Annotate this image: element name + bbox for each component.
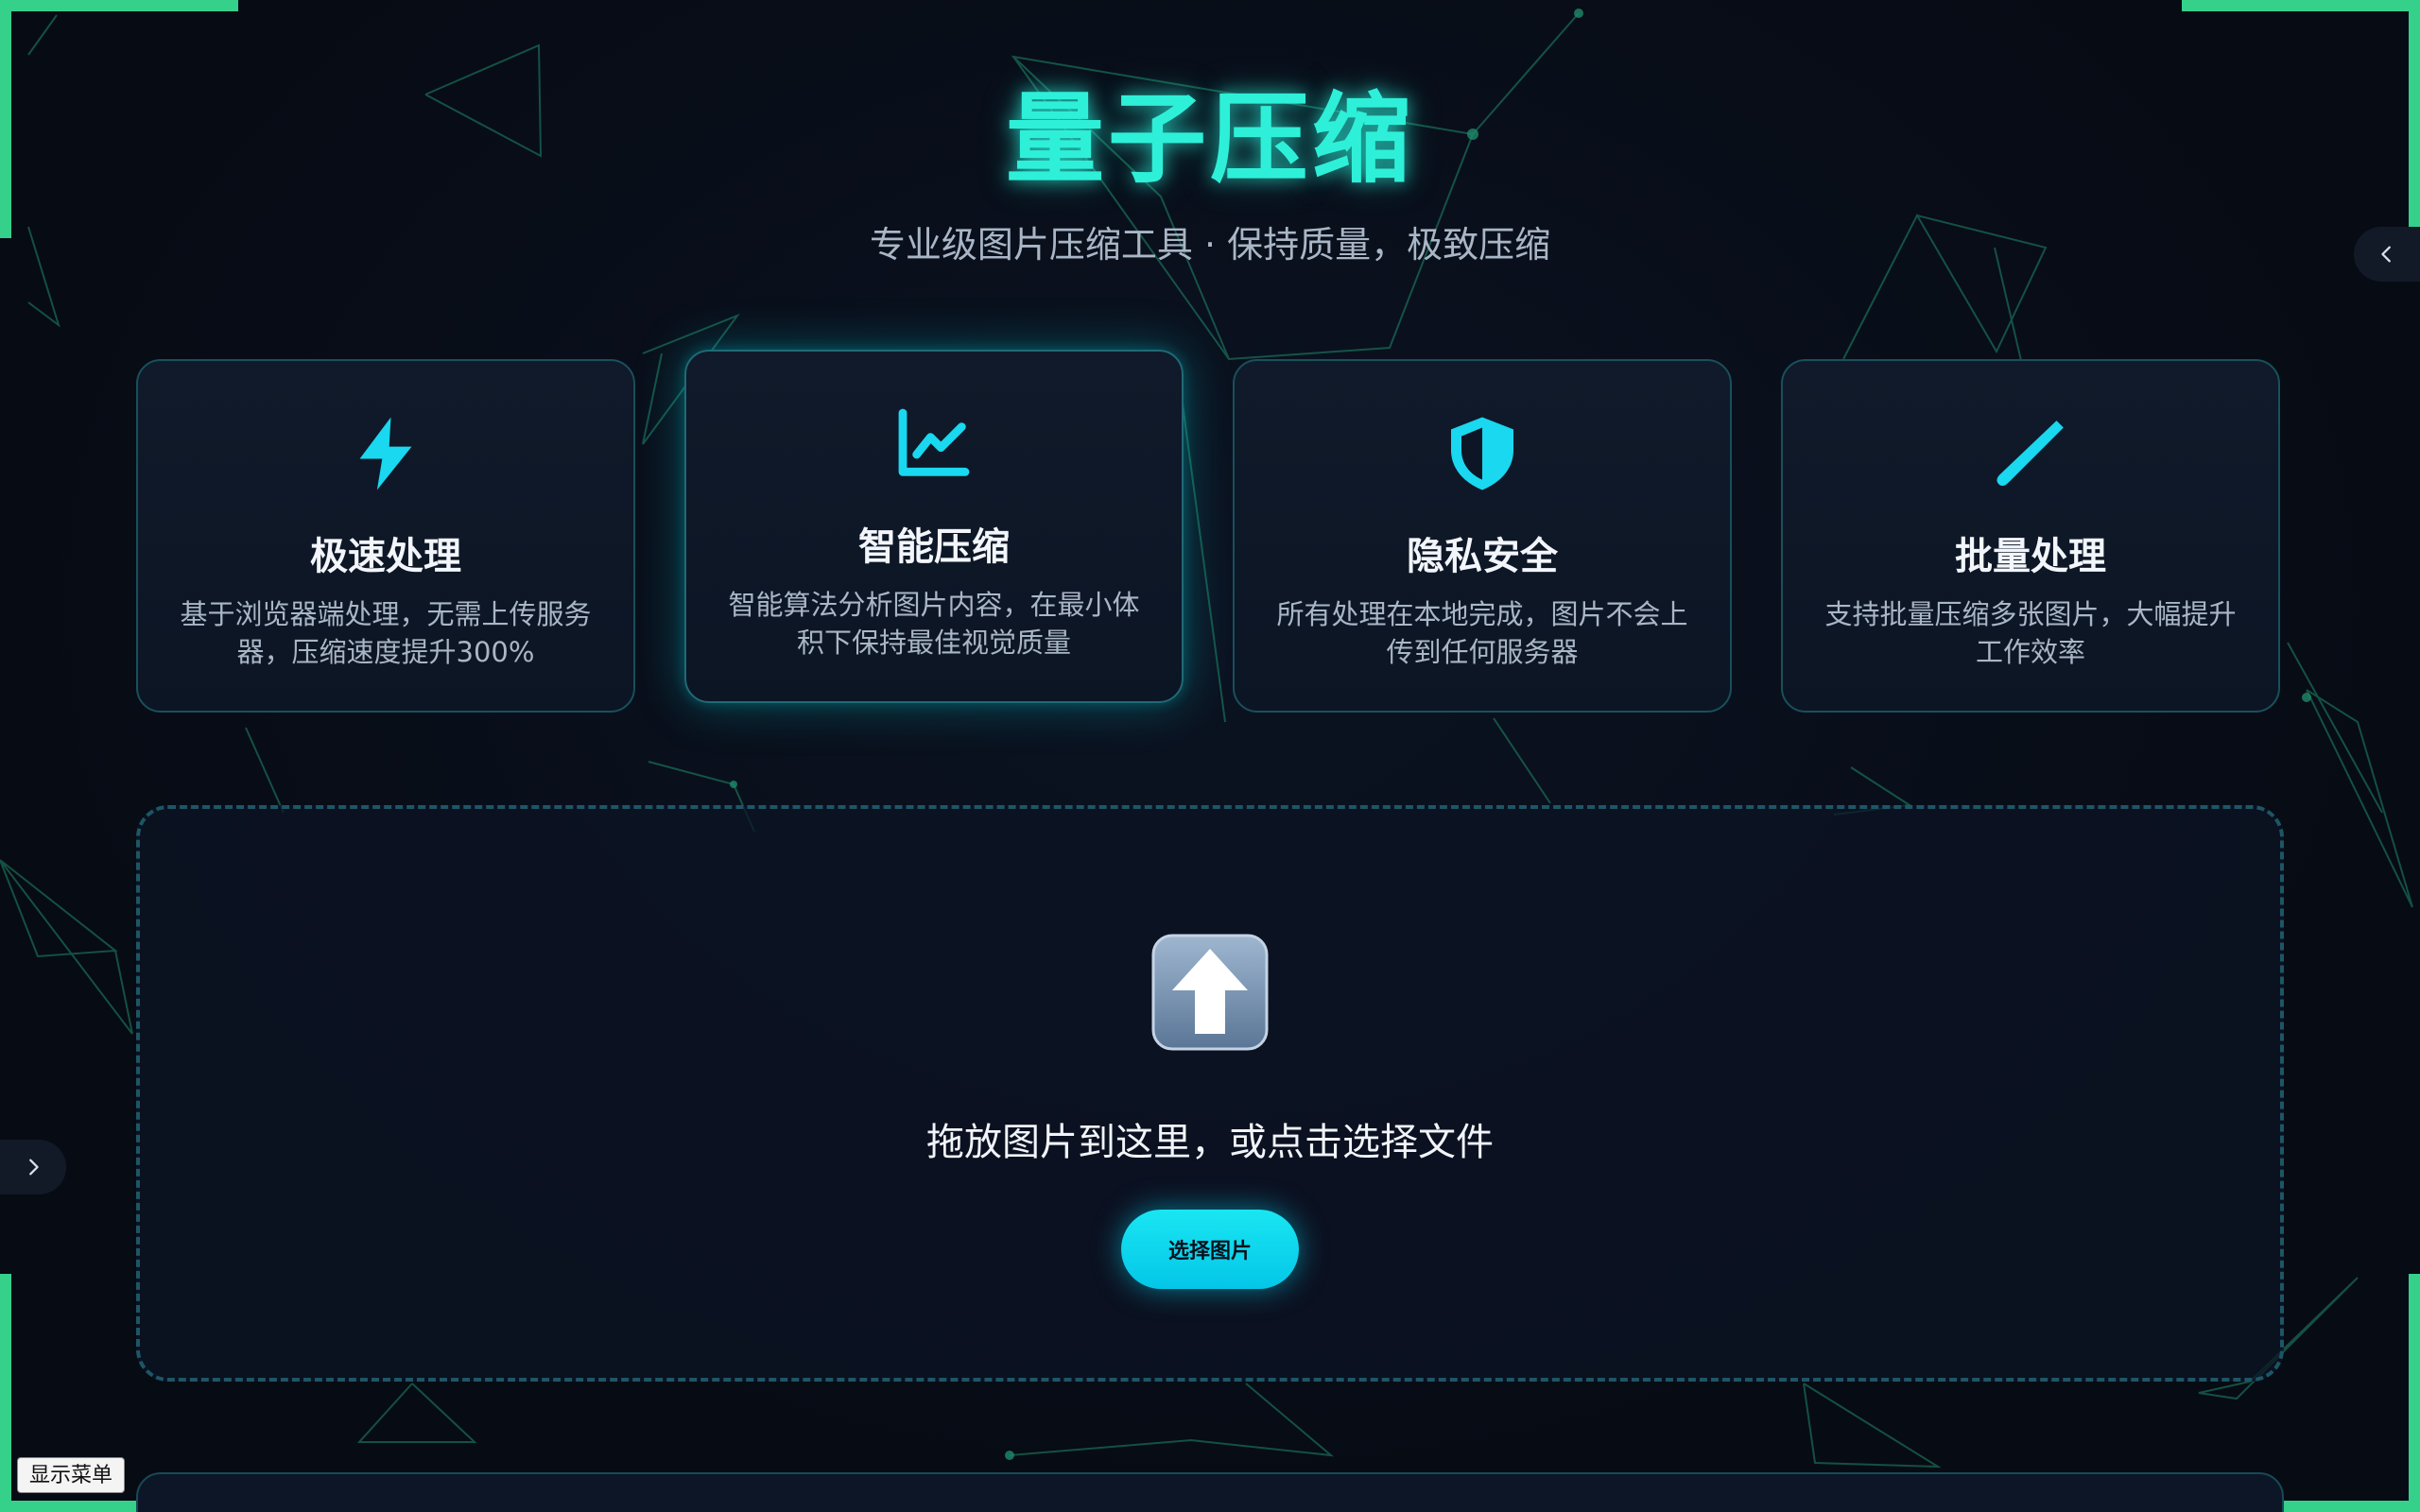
- pen-icon: [1989, 412, 2072, 495]
- feature-description: 智能算法分析图片内容，在最小体积下保持最佳视觉质量: [728, 589, 1140, 659]
- feature-card-batch[interactable]: 批量处理 支持批量压缩多张图片，大幅提升工作效率: [1781, 359, 2280, 713]
- chevron-left-icon: [2381, 246, 2391, 263]
- feature-title: 隐私安全: [1407, 535, 1558, 578]
- lightning-icon: [344, 412, 427, 495]
- collapse-right-button[interactable]: [2354, 227, 2420, 282]
- select-image-button[interactable]: 选择图片: [1121, 1210, 1299, 1289]
- feature-title: 智能压缩: [858, 525, 1010, 569]
- shield-icon: [1441, 412, 1524, 495]
- page-subtitle: 专业级图片压缩工具 · 保持质量，极致压缩: [869, 224, 1551, 266]
- page: 量子压缩 专业级图片压缩工具 · 保持质量，极致压缩 极速处理 基于浏览器端处理…: [0, 0, 2420, 1512]
- feature-title: 极速处理: [310, 535, 461, 578]
- page-title: 量子压缩: [1005, 81, 1414, 197]
- feature-card-privacy[interactable]: 隐私安全 所有处理在本地完成，图片不会上传到任何服务器: [1233, 359, 1732, 713]
- upload-arrow-icon: [1150, 932, 1270, 1053]
- show-menu-button[interactable]: 显示菜单: [17, 1457, 126, 1493]
- feature-card-speed[interactable]: 极速处理 基于浏览器端处理，无需上传服务器，压缩速度提升300%: [136, 359, 635, 713]
- feature-description: 基于浏览器端处理，无需上传服务器，压缩速度提升300%: [180, 598, 592, 668]
- chevron-right-icon: [29, 1159, 39, 1176]
- results-panel: [136, 1472, 2284, 1512]
- expand-left-button[interactable]: [0, 1140, 66, 1194]
- feature-description: 支持批量压缩多张图片，大幅提升工作效率: [1824, 598, 2237, 668]
- dropzone-instruction: 拖放图片到这里，或点击选择文件: [926, 1121, 1494, 1164]
- feature-description: 所有处理在本地完成，图片不会上传到任何服务器: [1276, 598, 1688, 668]
- chart-line-icon: [892, 403, 976, 486]
- feature-title: 批量处理: [1955, 535, 2106, 578]
- feature-card-smart[interactable]: 智能压缩 智能算法分析图片内容，在最小体积下保持最佳视觉质量: [684, 350, 1184, 703]
- upload-dropzone[interactable]: [136, 805, 2284, 1382]
